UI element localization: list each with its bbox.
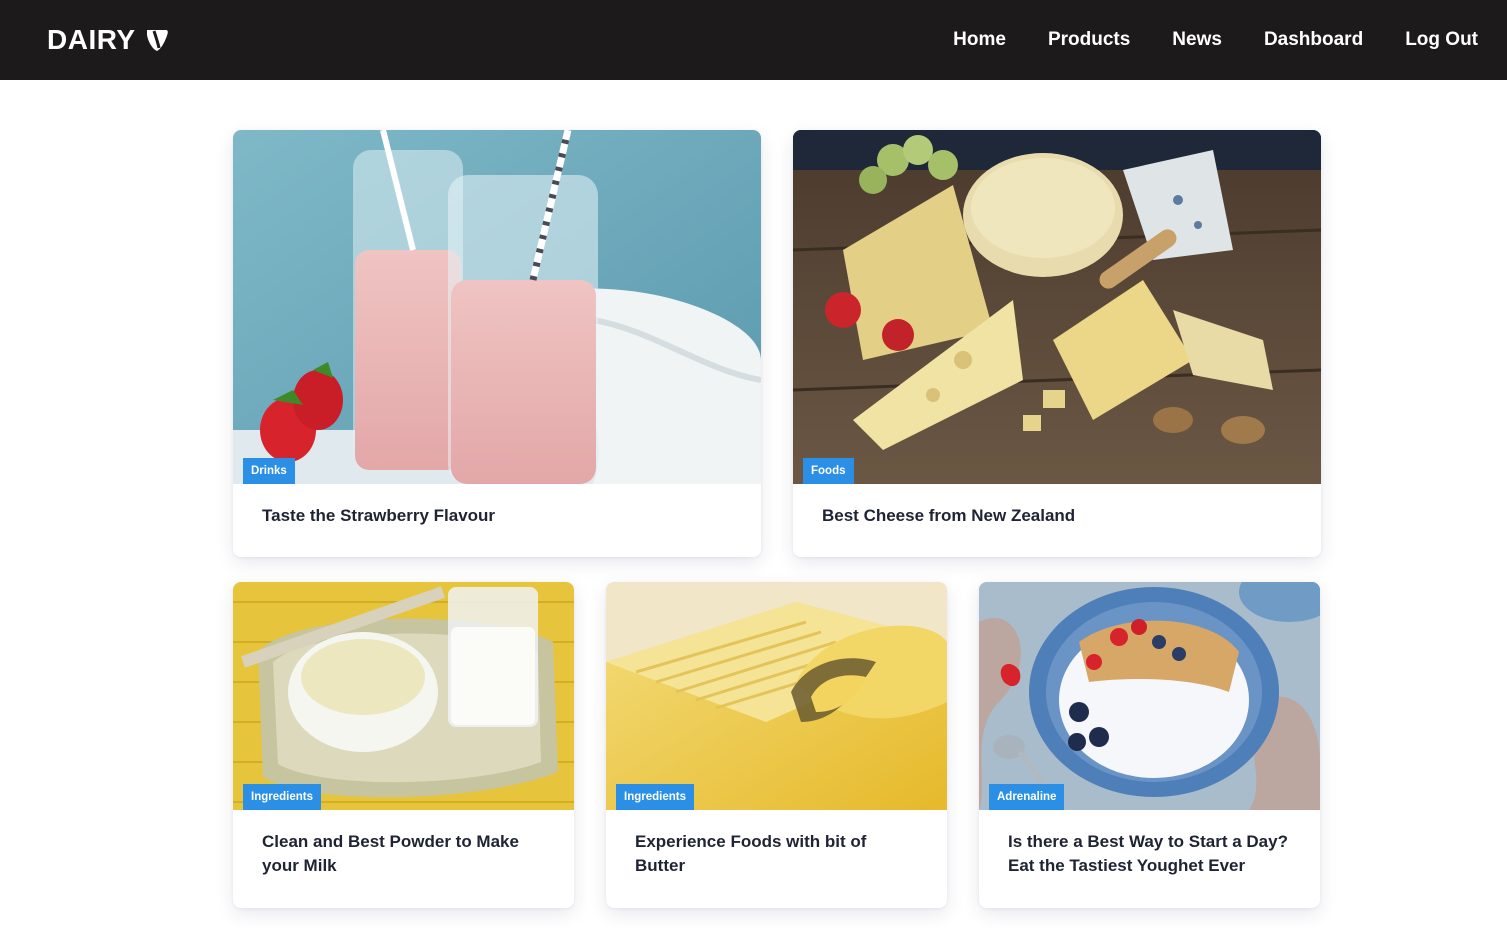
card-image: Ingredients [606, 582, 947, 810]
card-image: Drinks [233, 130, 761, 484]
cheese-platter-image [793, 130, 1321, 484]
butter-curl-image [606, 582, 947, 810]
nav-home[interactable]: Home [953, 29, 1006, 51]
card-title[interactable]: Best Cheese from New Zealand [793, 484, 1321, 528]
category-tag[interactable]: Ingredients [243, 784, 321, 810]
category-tag[interactable]: Adrenaline [989, 784, 1065, 810]
milk-powder-image [233, 582, 574, 810]
strawberry-milkshake-image [233, 130, 761, 484]
typo3-shield-icon [146, 30, 168, 51]
news-card[interactable]: Drinks Taste the Strawberry Flavour [233, 130, 761, 557]
card-title[interactable]: Experience Foods with bit of Butter [606, 810, 947, 878]
main-nav: Home Products News Dashboard Log Out [953, 0, 1478, 80]
nav-dashboard[interactable]: Dashboard [1264, 29, 1363, 51]
top-navbar: DAIRY Home Products News Dashboard Log O… [0, 0, 1507, 80]
nav-log-out[interactable]: Log Out [1405, 29, 1478, 51]
card-title[interactable]: Is there a Best Way to Start a Day? Eat … [979, 810, 1320, 878]
nav-news[interactable]: News [1172, 29, 1222, 51]
card-image: Adrenaline [979, 582, 1320, 810]
nav-products[interactable]: Products [1048, 29, 1130, 51]
news-card[interactable]: Foods Best Cheese from New Zealand [793, 130, 1321, 557]
brand-name: DAIRY [47, 24, 136, 55]
category-tag[interactable]: Drinks [243, 458, 295, 484]
card-image: Foods [793, 130, 1321, 484]
news-card[interactable]: Ingredients Experience Foods with bit of… [606, 582, 947, 908]
category-tag[interactable]: Foods [803, 458, 854, 484]
card-image: Ingredients [233, 582, 574, 810]
yogurt-bowl-image [979, 582, 1320, 810]
card-title[interactable]: Taste the Strawberry Flavour [233, 484, 761, 528]
news-card[interactable]: Adrenaline Is there a Best Way to Start … [979, 582, 1320, 908]
news-card[interactable]: Ingredients Clean and Best Powder to Mak… [233, 582, 574, 908]
category-tag[interactable]: Ingredients [616, 784, 694, 810]
brand-logo-link[interactable]: DAIRY [47, 22, 170, 58]
card-title[interactable]: Clean and Best Powder to Make your Milk [233, 810, 574, 878]
